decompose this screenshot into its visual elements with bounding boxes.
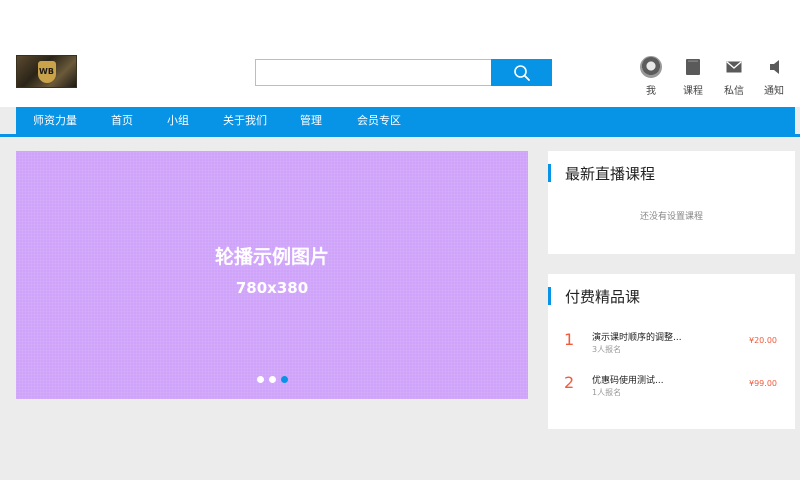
- nav-item-vip[interactable]: 会员专区: [357, 107, 401, 134]
- megaphone-icon: [770, 60, 779, 74]
- carousel-dot[interactable]: [269, 376, 276, 383]
- banner-title: 轮播示例图片: [214, 246, 329, 268]
- user-menu-courses[interactable]: 课程: [675, 56, 711, 97]
- course-enrollment: 3人报名: [592, 345, 622, 354]
- live-courses-panel: 最新直播课程 还没有设置课程: [548, 151, 795, 254]
- search-icon: [513, 64, 530, 81]
- carousel-dot[interactable]: [257, 376, 264, 383]
- user-menu-messages[interactable]: 私信: [716, 56, 752, 97]
- user-menu-notifications-label: 通知: [764, 86, 784, 97]
- nav-item-admin[interactable]: 管理: [300, 107, 322, 134]
- user-menu-notifications[interactable]: 通知: [756, 56, 792, 97]
- user-menu-messages-label: 私信: [724, 86, 744, 97]
- logo-shield-icon: WB: [37, 60, 56, 83]
- search-box: [255, 59, 491, 86]
- course-price: ¥99.00: [749, 379, 777, 388]
- course-rank: 2: [564, 373, 575, 392]
- user-menu-me[interactable]: 我: [633, 56, 669, 97]
- course-name[interactable]: 演示课时顺序的调整...: [592, 330, 682, 343]
- user-menu-courses-label: 课程: [683, 86, 703, 97]
- course-enrollment: 1人报名: [592, 388, 622, 397]
- site-logo[interactable]: WB: [16, 55, 77, 88]
- search-input[interactable]: [256, 60, 491, 85]
- nav-item-home[interactable]: 首页: [111, 107, 133, 134]
- course-name[interactable]: 优惠码使用测试...: [592, 373, 664, 386]
- live-courses-header: 最新直播课程: [548, 164, 656, 183]
- main-nav: 师资力量 首页 小组 关于我们 管理 会员专区: [16, 107, 795, 134]
- paid-courses-header: 付费精品课: [548, 287, 641, 306]
- nav-divider: [0, 134, 800, 137]
- banner-size-text: 780x380: [235, 279, 309, 297]
- carousel-dots: [257, 376, 288, 383]
- paid-courses-title: 付费精品课: [565, 287, 641, 306]
- course-rank: 1: [564, 330, 575, 349]
- user-menu-me-label: 我: [646, 86, 656, 97]
- heading-accent-bar: [548, 164, 551, 182]
- search-button[interactable]: [491, 59, 552, 86]
- nav-item-about[interactable]: 关于我们: [223, 107, 267, 134]
- list-item[interactable]: 2 优惠码使用测试... 1人报名 ¥99.00: [548, 371, 795, 405]
- avatar: [640, 56, 662, 78]
- list-item[interactable]: 1 演示课时顺序的调整... 3人报名 ¥20.00: [548, 328, 795, 362]
- live-courses-empty: 还没有设置课程: [639, 212, 703, 222]
- carousel-banner[interactable]: 轮播示例图片 780x380: [16, 151, 528, 399]
- paid-courses-panel: 付费精品课 1 演示课时顺序的调整... 3人报名 ¥20.00 2 优惠码使用…: [548, 274, 795, 429]
- nav-item-groups[interactable]: 小组: [167, 107, 189, 134]
- carousel-dot-active[interactable]: [281, 376, 288, 383]
- book-icon: [686, 59, 700, 75]
- live-courses-title: 最新直播课程: [565, 164, 656, 183]
- mail-icon: [726, 61, 742, 73]
- heading-accent-bar: [548, 287, 551, 305]
- course-price: ¥20.00: [749, 336, 777, 345]
- nav-item-faculty[interactable]: 师资力量: [33, 107, 77, 134]
